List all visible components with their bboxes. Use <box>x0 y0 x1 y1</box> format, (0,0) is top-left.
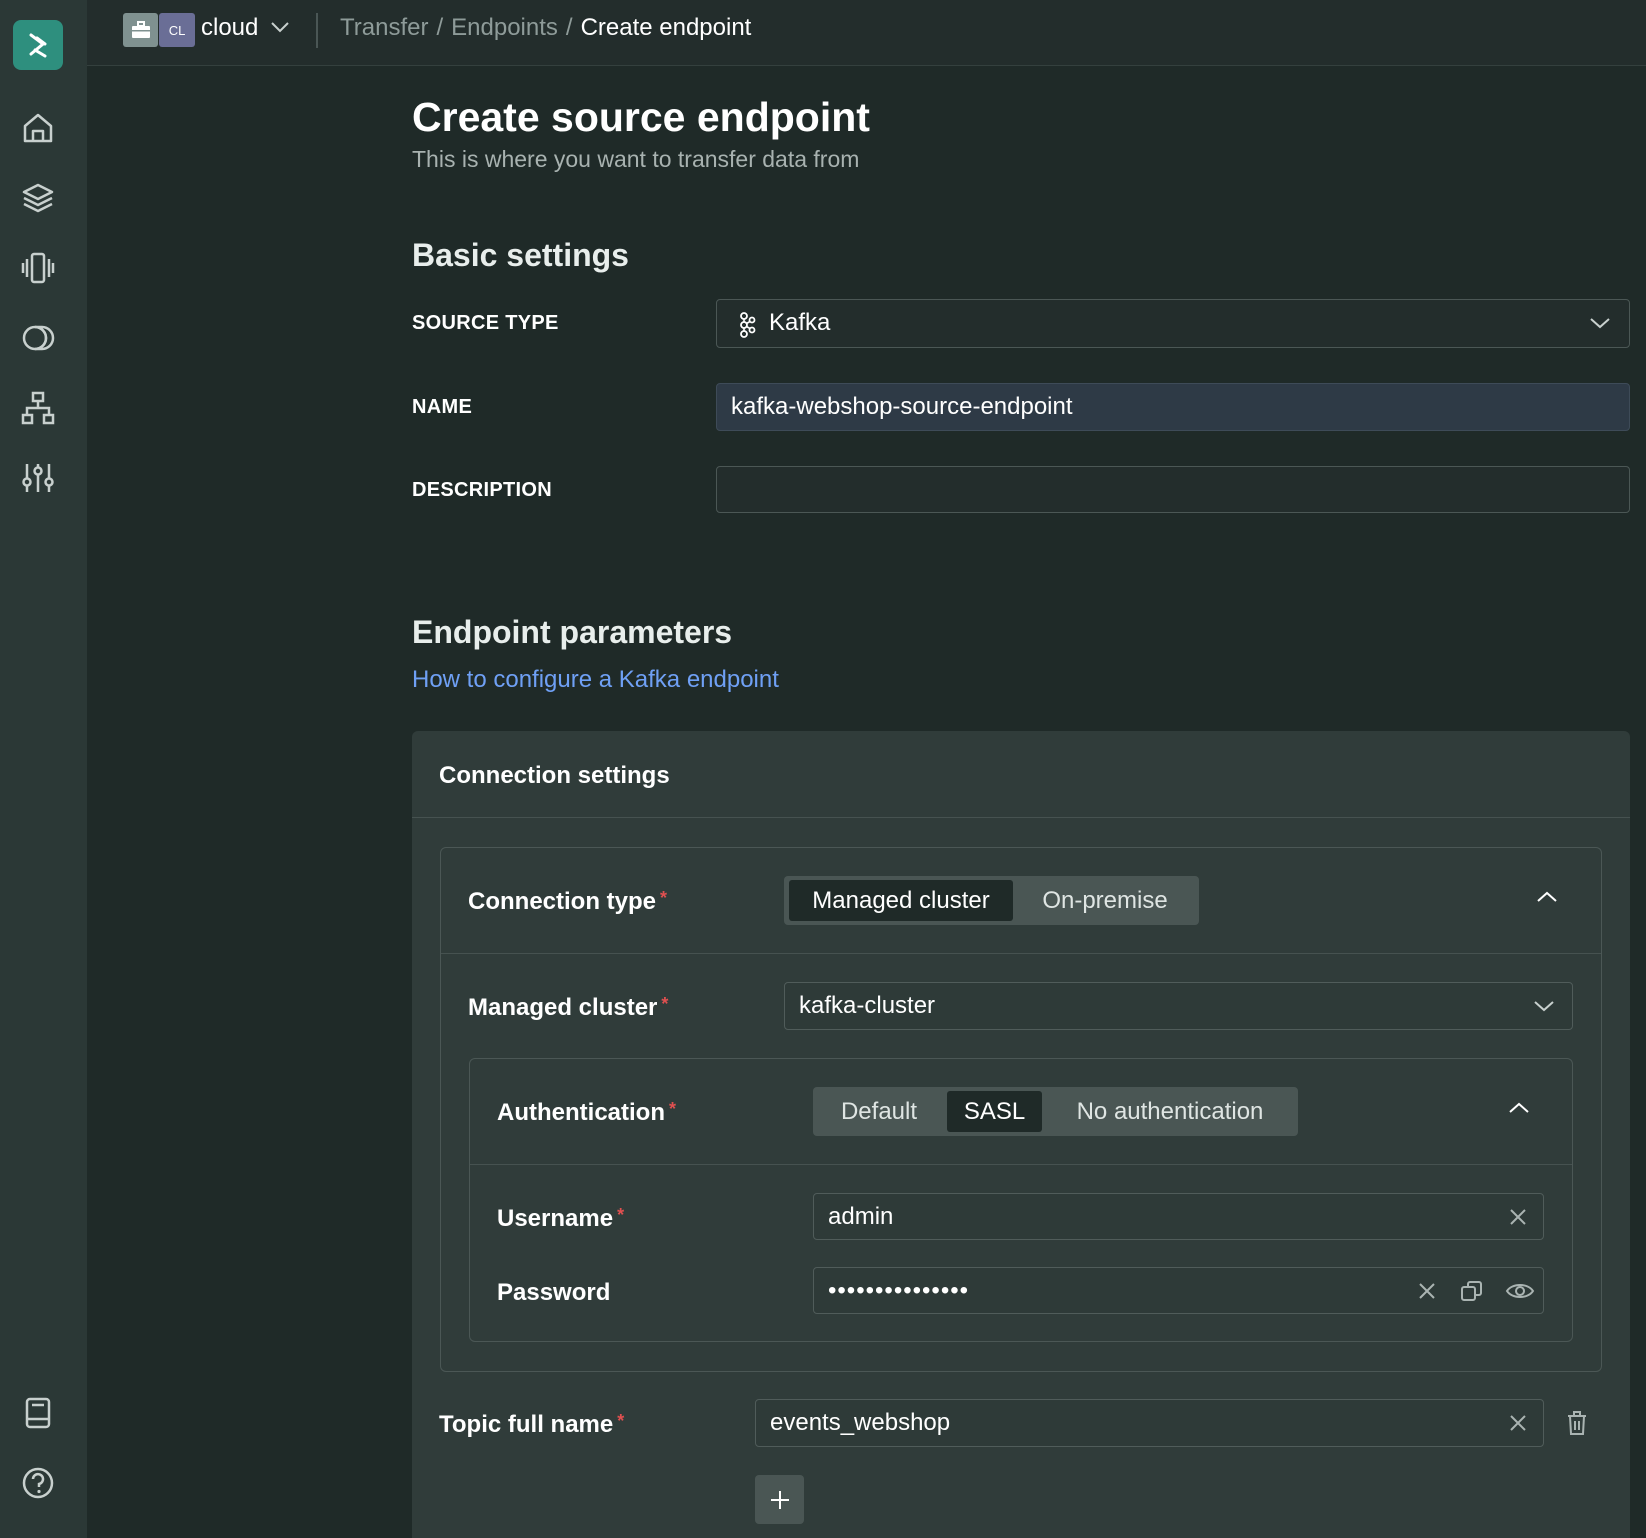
name-input-value: kafka-webshop-source-endpoint <box>731 393 1073 420</box>
required-mark: * <box>669 1099 677 1119</box>
kafka-help-link[interactable]: How to configure a Kafka endpoint <box>412 666 779 694</box>
managed-cluster-value: kafka-cluster <box>799 992 936 1019</box>
trash-icon[interactable] <box>1565 1409 1589 1437</box>
required-mark: * <box>617 1205 625 1225</box>
sliders-icon[interactable] <box>18 458 58 498</box>
services-icon[interactable] <box>18 248 58 288</box>
chevron-down-icon[interactable] <box>270 20 290 39</box>
home-icon[interactable] <box>18 108 58 148</box>
breadcrumb-transfer[interactable]: Transfer <box>340 14 428 41</box>
source-type-select[interactable]: Kafka <box>716 299 1630 348</box>
managed-cluster-select[interactable]: kafka-cluster <box>784 982 1573 1030</box>
description-label: DESCRIPTION <box>412 479 552 501</box>
kafka-icon <box>737 312 757 338</box>
toggle-icon[interactable] <box>18 318 58 358</box>
breadcrumb-separator: / <box>436 14 444 41</box>
eye-icon[interactable] <box>1505 1280 1535 1302</box>
breadcrumb-endpoints[interactable]: Endpoints <box>451 14 558 41</box>
source-type-label: SOURCE TYPE <box>412 312 559 334</box>
username-label: Username * <box>497 1205 625 1232</box>
username-value: admin <box>828 1203 894 1230</box>
authentication-toggle: Default SASL No authentication <box>813 1087 1298 1136</box>
clear-icon[interactable] <box>1508 1413 1528 1433</box>
logo-icon[interactable] <box>13 20 63 70</box>
briefcase-icon[interactable] <box>123 13 158 47</box>
auth-none[interactable]: No authentication <box>1047 1091 1293 1132</box>
password-label: Password <box>497 1279 611 1306</box>
connection-type-toggle: Managed cluster On-premise <box>784 876 1199 925</box>
name-label: NAME <box>412 396 473 418</box>
topic-label: Topic full name * <box>439 1411 625 1438</box>
connection-settings-title: Connection settings <box>439 762 670 789</box>
plus-icon <box>770 1490 789 1509</box>
connection-type-label: Connection type * <box>468 888 668 915</box>
authentication-label: Authentication * <box>497 1099 677 1126</box>
org-badge[interactable]: CL <box>159 13 195 47</box>
managed-cluster-label: Managed cluster * <box>468 994 669 1021</box>
org-name[interactable]: cloud <box>201 14 258 42</box>
auth-sasl[interactable]: SASL <box>947 1091 1042 1132</box>
endpoint-parameters-heading: Endpoint parameters <box>412 614 733 650</box>
connection-type-managed[interactable]: Managed cluster <box>789 880 1013 921</box>
name-input[interactable]: kafka-webshop-source-endpoint <box>716 383 1630 431</box>
basic-settings-heading: Basic settings <box>412 237 629 273</box>
layers-icon[interactable] <box>18 178 58 218</box>
topbar <box>87 0 1646 66</box>
page-subtitle: This is where you want to transfer data … <box>412 146 860 172</box>
breadcrumb-create-endpoint: Create endpoint <box>580 14 752 41</box>
auth-default[interactable]: Default <box>818 1091 940 1132</box>
chevron-down-icon <box>1533 999 1555 1013</box>
connection-type-on-premise[interactable]: On-premise <box>1016 880 1194 921</box>
breadcrumb: Transfer / Endpoints / Create endpoint <box>340 14 751 42</box>
breadcrumb-separator: / <box>565 14 573 41</box>
divider <box>441 953 1601 954</box>
divider <box>412 817 1630 818</box>
copy-icon[interactable] <box>1459 1279 1485 1303</box>
topic-value: events_webshop <box>770 1409 951 1436</box>
chevron-up-icon[interactable] <box>1536 890 1558 904</box>
clear-icon[interactable] <box>1417 1281 1437 1301</box>
required-mark: * <box>661 994 669 1014</box>
required-mark: * <box>660 888 668 908</box>
clear-icon[interactable] <box>1508 1207 1528 1227</box>
description-input[interactable] <box>716 466 1630 513</box>
username-input[interactable]: admin <box>813 1193 1544 1240</box>
help-icon[interactable] <box>18 1463 58 1503</box>
topbar-divider <box>316 13 318 48</box>
add-topic-button[interactable] <box>755 1475 804 1524</box>
docs-icon[interactable] <box>18 1393 58 1433</box>
sidebar <box>0 0 87 1538</box>
source-type-value: Kafka <box>769 309 831 336</box>
page-title: Create source endpoint <box>412 94 870 140</box>
required-mark: * <box>617 1411 625 1431</box>
chevron-up-icon[interactable] <box>1508 1101 1530 1115</box>
chevron-down-icon <box>1589 316 1611 330</box>
hierarchy-icon[interactable] <box>18 388 58 428</box>
password-input[interactable]: ••••••••••••••• <box>813 1267 1544 1314</box>
topic-input[interactable]: events_webshop <box>755 1399 1544 1447</box>
password-value: ••••••••••••••• <box>828 1277 970 1304</box>
divider <box>470 1164 1572 1165</box>
